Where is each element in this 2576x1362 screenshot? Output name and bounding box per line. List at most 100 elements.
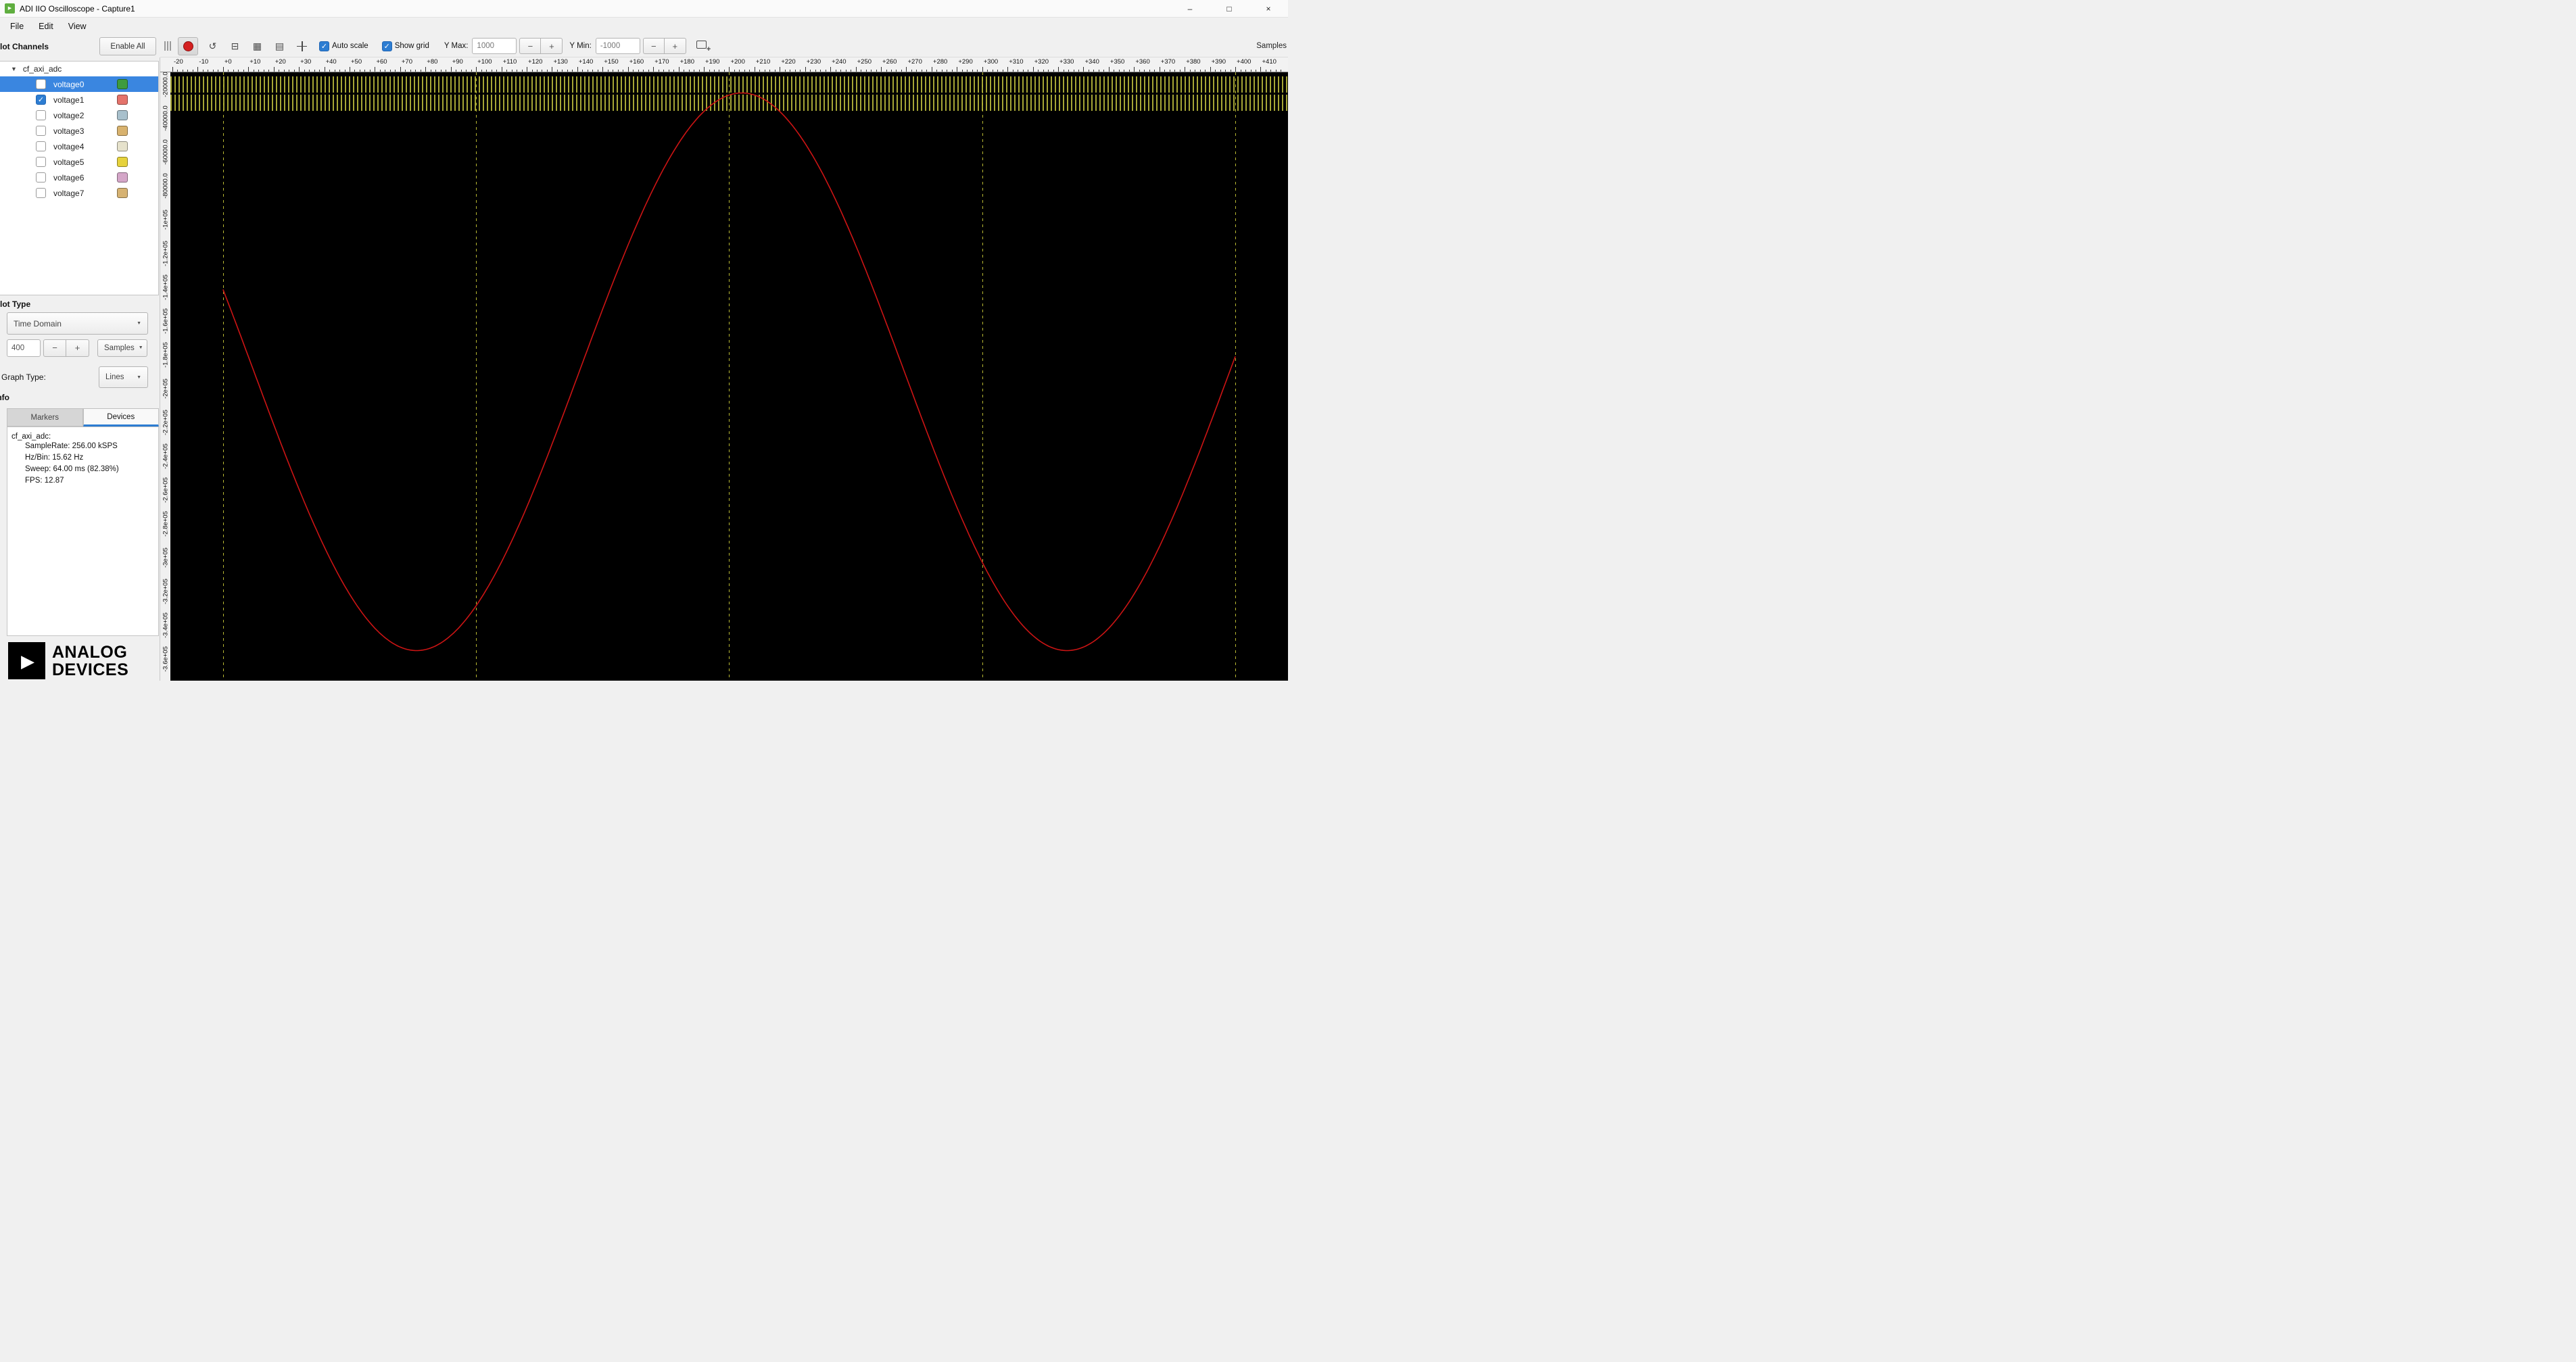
channel-color-swatch[interactable] [117, 79, 128, 89]
minus-icon: − [651, 41, 657, 51]
y-max-decrement-button[interactable]: − [519, 38, 542, 54]
channel-label: voltage7 [53, 188, 85, 198]
device-info-line: Hz/Bin: 15.62 Hz [25, 454, 84, 462]
chevron-down-icon: ▼ [137, 321, 141, 326]
channel-row[interactable]: voltage0 [0, 76, 158, 92]
x-ruler-label: +100 [477, 58, 492, 66]
channel-checkbox[interactable] [36, 157, 46, 167]
device-info-lines: SampleRate: 256.00 kSPS Hz/Bin: 15.62 Hz S… [11, 441, 154, 487]
zoom-fit-icon: ↺ [208, 40, 217, 51]
measure-button[interactable]: ▤ [270, 37, 289, 55]
y-max-input[interactable] [472, 38, 517, 54]
y-min-increment-button[interactable]: + [664, 38, 686, 54]
menu-edit[interactable]: Edit [31, 20, 61, 33]
channel-color-swatch[interactable] [117, 95, 128, 105]
close-button[interactable]: × [1249, 0, 1288, 18]
device-group-row[interactable]: ▼ cf_axi_adc [0, 62, 158, 76]
zoom-out-button[interactable]: ⊟ [226, 37, 244, 55]
x-ruler-label: +300 [983, 58, 999, 66]
channel-checkbox[interactable] [36, 188, 46, 198]
channel-color-swatch[interactable] [117, 126, 128, 136]
y-max-increment-button[interactable]: + [541, 38, 563, 54]
sample-count-increment-button[interactable]: + [66, 339, 89, 357]
channel-checkbox[interactable] [36, 141, 46, 151]
minimize-button[interactable]: – [1170, 0, 1210, 18]
adi-logo-icon: ▶ [8, 642, 45, 679]
channel-color-swatch[interactable] [117, 157, 128, 167]
channel-label: voltage1 [53, 95, 85, 105]
channel-color-swatch[interactable] [117, 172, 128, 183]
channel-row[interactable]: voltage2 [0, 107, 158, 123]
capture-button[interactable] [178, 37, 198, 55]
menu-view[interactable]: View [61, 20, 94, 33]
device-group-label: cf_axi_adc [22, 64, 62, 74]
channel-label: voltage6 [53, 172, 85, 183]
plot-canvas[interactable] [170, 72, 1288, 681]
menu-file[interactable]: File [3, 20, 31, 33]
show-grid-checkbox[interactable]: ✓ [381, 41, 392, 51]
x-ruler-label: +220 [781, 58, 796, 66]
y-axis-labels: -20000.0 -40000.0 -60000.0 -80000.0 -1e+05 -1… [160, 72, 170, 681]
channel-color-swatch[interactable] [117, 141, 128, 151]
channel-tree: ▼ cf_axi_adc voltage0 ✓ voltage1 voltage2 vo… [0, 61, 159, 295]
channel-checkbox[interactable] [36, 110, 46, 120]
move-button[interactable] [293, 37, 311, 55]
channel-row[interactable]: voltage6 [0, 170, 158, 185]
tab-markers[interactable]: Markers [7, 408, 83, 427]
x-ruler-label: +240 [832, 58, 846, 66]
auto-scale-checkbox[interactable]: ✓ [319, 41, 329, 51]
x-ruler-label: +80 [427, 58, 438, 66]
channel-row[interactable]: voltage3 [0, 123, 158, 139]
channel-row[interactable]: voltage7 [0, 185, 158, 201]
info-label: Info [0, 393, 9, 402]
y-axis-label: -1e+05 [162, 210, 170, 230]
graph-type-label: Graph Type: [1, 372, 46, 382]
sample-count-input[interactable] [7, 339, 41, 357]
y-max-label: Y Max: [444, 42, 469, 50]
channel-row[interactable]: voltage5 [0, 154, 158, 170]
expander-icon[interactable]: ▼ [11, 66, 17, 72]
channel-color-swatch[interactable] [117, 110, 128, 120]
show-grid-label: Show grid [394, 42, 429, 50]
channel-checkbox[interactable] [36, 126, 46, 136]
graph-type-dropdown[interactable]: Lines ▼ [99, 366, 148, 388]
y-min-decrement-button[interactable]: − [642, 38, 665, 54]
window-title: ADI IIO Oscilloscope - Capture1 [20, 3, 135, 14]
chevron-down-icon: ▼ [137, 374, 141, 380]
channel-row[interactable]: voltage4 [0, 139, 158, 154]
move-icon [297, 41, 307, 51]
check-icon: ✓ [383, 42, 390, 51]
app-icon: ▶ [5, 3, 15, 14]
zoom-out-icon: ⊟ [231, 40, 239, 51]
logo-text-line1: ANALOG [52, 642, 128, 662]
channel-color-swatch[interactable] [117, 188, 128, 198]
plot-type-dropdown[interactable]: Time Domain ▼ [7, 312, 148, 335]
channel-checkbox[interactable]: ✓ [36, 95, 46, 105]
logo-text-line2: DEVICES [52, 660, 129, 679]
tab-devices[interactable]: Devices [82, 408, 159, 427]
y-axis-label: -40000.0 [162, 105, 170, 131]
y-min-input[interactable] [595, 38, 640, 54]
y-axis-label: -60000.0 [162, 139, 170, 165]
x-ruler-label: +60 [376, 58, 387, 66]
y-axis-label: -3.4e+05 [162, 612, 170, 638]
channel-checkbox[interactable] [36, 172, 46, 183]
x-ruler-label: +390 [1211, 58, 1226, 66]
x-ruler-label: +260 [882, 58, 897, 66]
sample-count-decrement-button[interactable]: − [43, 339, 66, 357]
enable-all-button[interactable]: Enable All [99, 37, 156, 55]
channel-row[interactable]: ✓ voltage1 [0, 92, 158, 107]
x-ruler-label: +150 [604, 58, 619, 66]
y-axis-label: -3.2e+05 [162, 579, 170, 604]
grip-icon[interactable] [164, 41, 171, 51]
x-ruler-label: +130 [553, 58, 568, 66]
x-ruler-label: +340 [1084, 58, 1099, 66]
sample-unit-dropdown[interactable]: Samples ▼ [97, 339, 147, 357]
window-controls: – □ × [1170, 0, 1288, 18]
new-plot-button[interactable]: + [694, 37, 713, 55]
channel-checkbox[interactable] [36, 79, 46, 89]
zoom-fit-button[interactable]: ↺ [204, 37, 222, 55]
grid-view-button[interactable]: ▦ [248, 37, 266, 55]
x-ruler-label: +350 [1110, 58, 1125, 66]
maximize-button[interactable]: □ [1210, 0, 1249, 18]
